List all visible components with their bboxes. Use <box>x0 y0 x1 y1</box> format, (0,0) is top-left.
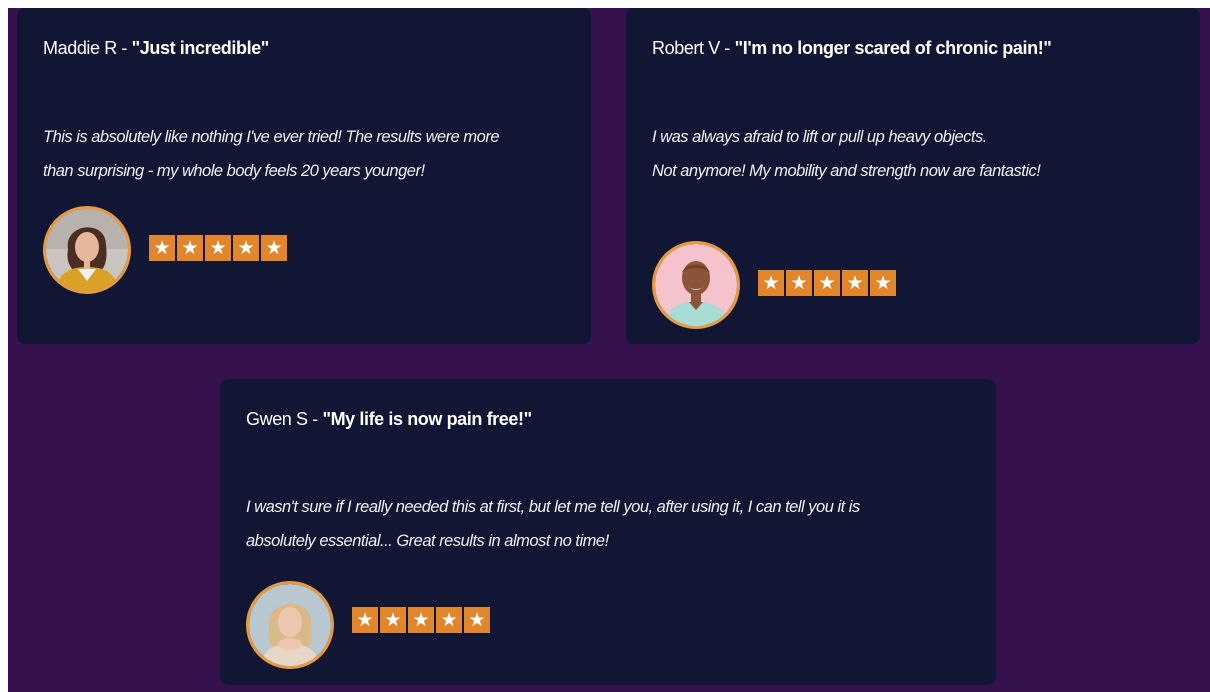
review-text: I wasn't sure if I really needed this at… <box>246 490 860 558</box>
star-icon: ★ <box>380 607 406 633</box>
review-line: Not anymore! My mobility and strength no… <box>652 162 1041 180</box>
review-text: I was always afraid to lift or pull up h… <box>652 120 1041 188</box>
man-portrait-icon <box>655 244 737 326</box>
star-icon: ★ <box>408 607 434 633</box>
star-icon: ★ <box>149 235 175 261</box>
star-rating: ★ ★ ★ ★ ★ <box>352 607 490 633</box>
reviewer-name: Gwen S - <box>246 409 323 429</box>
reviewer-name: Maddie R - <box>43 38 132 58</box>
star-icon: ★ <box>870 270 896 296</box>
testimonial-heading: Gwen S - "My life is now pain free!" <box>246 409 532 430</box>
testimonial-card: Robert V - "I'm no longer scared of chro… <box>626 8 1200 344</box>
review-line: This is absolutely like nothing I've eve… <box>43 128 500 146</box>
review-line: I wasn't sure if I really needed this at… <box>246 498 860 516</box>
review-text: This is absolutely like nothing I've eve… <box>43 120 500 188</box>
star-icon: ★ <box>177 235 203 261</box>
testimonial-card: Gwen S - "My life is now pain free!" I w… <box>220 379 996 685</box>
star-icon: ★ <box>842 270 868 296</box>
testimonial-heading: Maddie R - "Just incredible" <box>43 38 269 59</box>
reviewer-name: Robert V - <box>652 38 735 58</box>
star-icon: ★ <box>233 235 259 261</box>
star-rating: ★ ★ ★ ★ ★ <box>149 235 287 261</box>
review-title: "Just incredible" <box>131 38 270 58</box>
star-icon: ★ <box>758 270 784 296</box>
avatar <box>652 241 740 329</box>
avatar <box>246 581 334 669</box>
star-icon: ★ <box>436 607 462 633</box>
star-icon: ★ <box>814 270 840 296</box>
testimonial-heading: Robert V - "I'm no longer scared of chro… <box>652 38 1052 59</box>
star-icon: ★ <box>464 607 490 633</box>
star-icon: ★ <box>352 607 378 633</box>
review-line: than surprising - my whole body feels 20… <box>43 162 425 180</box>
review-title: "My life is now pain free!" <box>322 409 532 429</box>
star-icon: ★ <box>205 235 231 261</box>
review-line: I was always afraid to lift or pull up h… <box>652 128 987 146</box>
review-title: "I'm no longer scared of chronic pain!" <box>734 38 1052 58</box>
woman-portrait-icon <box>249 584 331 666</box>
testimonial-card: Maddie R - "Just incredible" This is abs… <box>17 8 591 344</box>
star-icon: ★ <box>786 270 812 296</box>
testimonials-section: Maddie R - "Just incredible" This is abs… <box>8 8 1210 692</box>
star-icon: ★ <box>261 235 287 261</box>
star-rating: ★ ★ ★ ★ ★ <box>758 270 896 296</box>
review-line: absolutely essential... Great results in… <box>246 532 609 550</box>
woman-portrait-icon <box>46 209 128 291</box>
avatar <box>43 206 131 294</box>
